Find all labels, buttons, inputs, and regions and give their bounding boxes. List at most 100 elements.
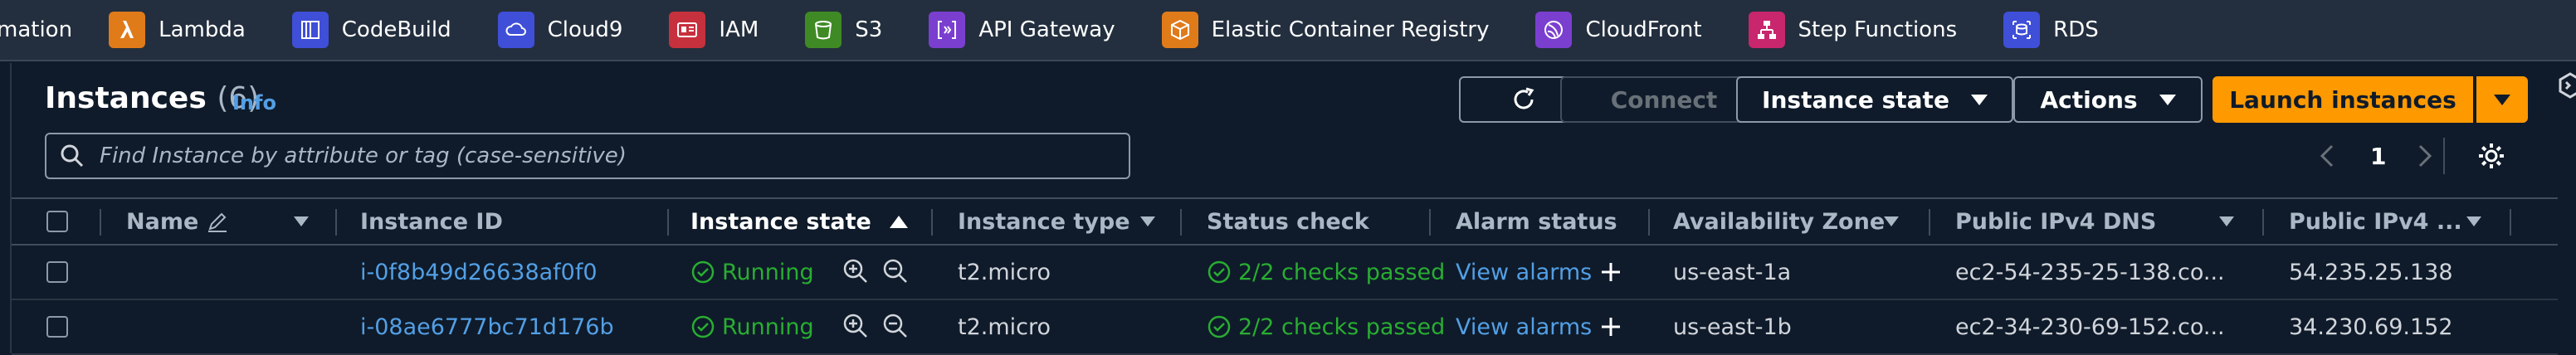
actions-dropdown[interactable]: Actions [2013,76,2203,123]
service-step-functions[interactable]: Step Functions [1748,12,1958,48]
info-link[interactable]: Info [232,91,276,114]
row-checkbox[interactable] [46,246,68,299]
column-instance-id[interactable]: Instance ID [360,199,503,244]
caret-down-icon [1970,94,1988,105]
service-label: CloudFront [1585,17,1702,42]
alarm-status-cell: View alarms [1456,300,1623,353]
table-row[interactable]: i-0f8b49d26638af0f0 Running t2.micro 2/2… [12,246,2558,300]
column-instance-state[interactable]: Instance state [690,199,871,244]
caret-down-icon [2494,94,2510,105]
instance-type-cell: t2.micro [958,259,1051,285]
instance-state-text: Running [722,259,814,285]
gear-icon[interactable] [2475,139,2508,173]
plus-icon[interactable] [1598,314,1623,339]
sort-zone-icon[interactable] [1884,199,1899,244]
column-public-ipv4[interactable]: Public IPv4 ... [2289,199,2462,244]
service-iam[interactable]: IAM [669,12,759,48]
sort-name-icon[interactable] [294,199,309,244]
service-codebuild[interactable]: CodeBuild [291,12,451,48]
chevron-right-icon[interactable] [2413,138,2437,174]
refresh-icon [1514,87,1534,109]
zoom-out-icon[interactable] [881,312,910,340]
service-label: S3 [855,17,883,42]
edit-pencil-icon [208,212,227,232]
availability-zone-cell: us-east-1b [1673,314,1792,340]
launch-options-button[interactable] [2476,76,2528,123]
instance-type-cell: t2.micro [958,314,1051,340]
view-alarms-link[interactable]: View alarms [1456,314,1592,340]
sort-type-icon[interactable] [1140,199,1155,244]
zoom-in-icon[interactable] [842,257,870,285]
check-circle-icon [1208,260,1231,284]
zoom-out-icon[interactable] [881,257,910,285]
service-label: API Gateway [978,17,1115,42]
instance-state-dropdown[interactable]: Instance state [1736,76,2013,123]
search-input[interactable] [98,143,1129,169]
table-row[interactable]: i-08ae6777bc71d176b Running t2.micro 2/2… [12,300,2558,355]
service-cloudfront[interactable]: CloudFront [1535,12,1702,48]
page-title: Instances (6) [45,81,259,115]
sort-dns-icon[interactable] [2219,199,2234,244]
instances-panel: Instances (6) Info Connect Instance stat… [10,63,2558,355]
step-functions-icon [1748,12,1785,48]
service-label: IAM [719,17,759,42]
service-ecr[interactable]: Elastic Container Registry [1161,12,1490,48]
plus-icon[interactable] [1598,260,1623,284]
ecr-icon [1161,12,1198,48]
service-label: Elastic Container Registry [1211,17,1490,42]
cloudfront-icon [1535,12,1573,48]
column-status-check[interactable]: Status check [1207,199,1369,244]
service-rds[interactable]: RDS [2003,12,2099,48]
service-api-gateway[interactable]: API Gateway [929,12,1115,48]
service-label: Lambda [159,17,246,42]
service-cloud9[interactable]: Cloud9 [497,12,623,48]
cloud9-icon [497,12,534,48]
public-ip-cell: 54.235.25.138 [2289,259,2453,285]
chevron-left-icon[interactable] [2315,138,2339,174]
availability-zone-cell: us-east-1a [1673,259,1792,285]
cloudshell-icon[interactable] [2556,71,2576,100]
public-ip-cell: 34.230.69.152 [2289,314,2453,340]
service-label: Cloud9 [547,17,623,42]
instance-state-text: Running [722,314,814,340]
status-check-cell: 2/2 checks passed [1207,246,1445,299]
instance-state-cell: Running [690,300,814,353]
search-box[interactable] [45,133,1130,179]
service-s3[interactable]: S3 [805,12,882,48]
page-number[interactable]: 1 [2370,143,2386,170]
column-availability-zone[interactable]: Availability Zone [1673,199,1885,244]
actions-label: Actions [2040,85,2138,114]
service-lambda[interactable]: Lambda [109,12,246,48]
row-checkbox[interactable] [46,300,68,353]
column-alarm-status[interactable]: Alarm status [1456,199,1617,244]
instance-state-label: Instance state [1762,85,1949,114]
lambda-icon [109,12,146,48]
table-settings-divider [2443,138,2445,174]
sort-ascending-icon[interactable] [890,199,908,244]
column-public-ipv4-dns[interactable]: Public IPv4 DNS [1955,199,2156,244]
service-label: Step Functions [1798,17,1958,42]
alarm-status-cell: View alarms [1456,246,1623,299]
service-automation[interactable]: mation [0,17,72,42]
service-label: RDS [2053,17,2099,42]
view-alarms-link[interactable]: View alarms [1456,260,1592,285]
check-circle-icon [691,315,715,338]
check-circle-icon [691,260,715,284]
column-instance-type[interactable]: Instance type [958,199,1130,244]
column-name-label: Name [126,208,199,235]
table-header: Name Instance ID Instance state Instance… [12,197,2558,246]
select-all-checkbox[interactable] [46,199,68,244]
api-gateway-icon [929,12,966,48]
sort-ip-icon[interactable] [2466,199,2481,244]
public-dns-cell: ec2-34-230-69-152.co... [1955,314,2225,340]
status-check-text: 2/2 checks passed [1238,259,1446,285]
column-name[interactable]: Name [126,199,230,244]
instance-id-link[interactable]: i-08ae6777bc71d176b [360,300,614,353]
launch-instances-button[interactable]: Launch instances [2213,76,2473,123]
rds-icon [2003,12,2041,48]
instance-id-link[interactable]: i-0f8b49d26638af0f0 [360,246,598,299]
s3-icon [805,12,842,48]
page-title-text: Instances [45,81,207,115]
services-favorites-bar: mation Lambda CodeBuild Cloud9 IAM S3 AP… [0,0,2576,61]
zoom-in-icon[interactable] [842,312,870,340]
